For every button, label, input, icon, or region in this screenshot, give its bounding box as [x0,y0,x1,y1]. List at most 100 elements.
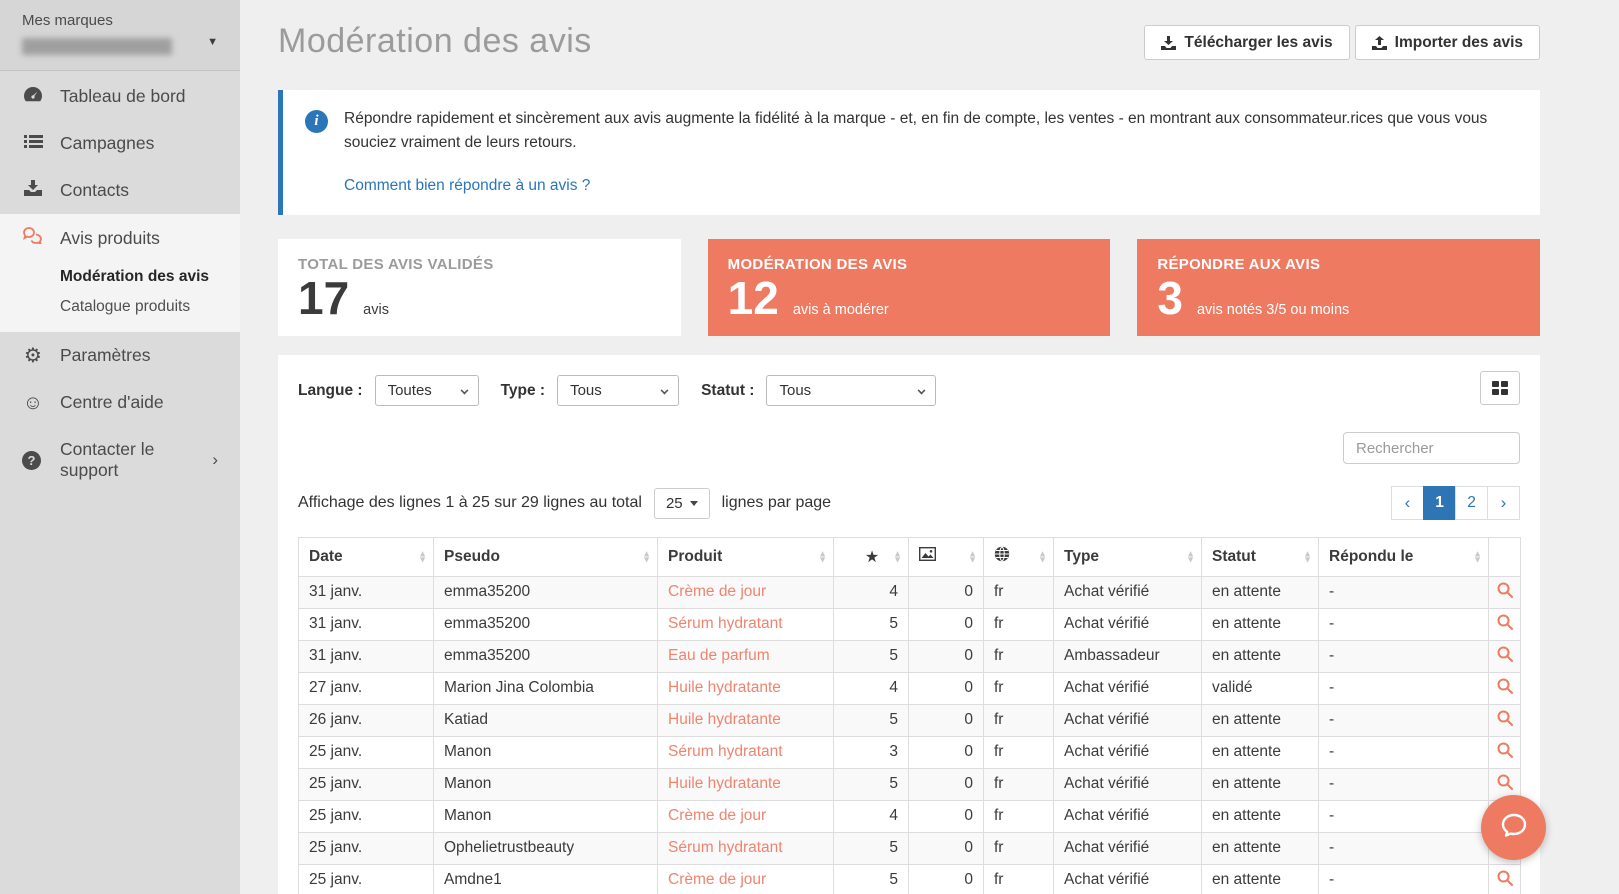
table-row: 25 janv. Manon Crème de jour 4 0 fr Achat véri… [298,800,1521,834]
cell-actions [1488,672,1521,706]
sort-icon: ▲ ▼ [1303,548,1312,565]
import-reviews-button[interactable]: Importer des avis [1354,25,1540,60]
magnifier-icon[interactable] [1497,774,1513,791]
search-input[interactable] [1343,432,1520,465]
product-link[interactable]: Crème de jour [668,583,766,600]
language-select[interactable]: Toutes [374,375,479,407]
product-link[interactable]: Sérum hydratant [668,743,783,760]
product-link[interactable]: Sérum hydratant [668,839,783,856]
sidebar-subitem-catalogue[interactable]: Catalogue produits [0,292,240,322]
rows-per-page-select[interactable]: 25 [653,487,710,519]
col-header-language[interactable]: ▲ ▼ [983,537,1054,578]
magnifier-icon[interactable] [1497,582,1513,599]
cell-lang: fr [983,768,1054,802]
magnifier-icon[interactable] [1497,646,1513,663]
cell-status: en attente [1201,800,1319,834]
cell-status: en attente [1201,576,1319,610]
pagination-next-button[interactable]: › [1487,486,1520,521]
card-respond[interactable]: RÉPONDRE AUX AVIS 3 avis notés 3/5 ou mo… [1137,239,1541,337]
how-to-reply-link[interactable]: Comment bien répondre à un avis ? [344,177,590,195]
col-header-rating[interactable]: ★ ▲ ▼ [833,537,909,578]
cell-photos: 0 [908,640,984,674]
grid-view-button[interactable] [1480,371,1520,406]
status-filter-label: Statut : [701,381,755,399]
cell-product: Huile hydratante [657,704,834,738]
cell-photos: 0 [908,704,984,738]
sidebar-item-campaigns[interactable]: Campagnes [0,120,240,167]
globe-icon [994,546,1010,566]
cell-replied: - [1318,800,1489,834]
download-reviews-button[interactable]: Télécharger les avis [1144,25,1350,60]
product-link[interactable]: Crème de jour [668,807,766,824]
product-link[interactable]: Huile hydratante [668,775,781,792]
col-header-status[interactable]: Statut ▲ ▼ [1201,537,1319,578]
pagination-prev-button[interactable]: ‹ [1391,486,1424,521]
magnifier-icon[interactable] [1497,678,1513,695]
col-header-photos[interactable]: ▲ ▼ [908,537,984,578]
sidebar-item-dashboard[interactable]: Tableau de bord [0,73,240,120]
product-link[interactable]: Eau de parfum [668,647,770,664]
cell-type: Achat vérifié [1053,768,1202,802]
table-row: 25 janv. Manon Huile hydratante 5 0 fr Achat v… [298,768,1521,802]
sidebar-item-help-center[interactable]: ☺ Centre d'aide [0,379,240,426]
magnifier-icon[interactable] [1497,710,1513,727]
col-header-type[interactable]: Type ▲ ▼ [1053,537,1202,578]
brand-selector[interactable]: Mes marques ▼ [0,0,240,71]
product-link[interactable]: Crème de jour [668,871,766,888]
type-select[interactable]: Tous [557,375,680,407]
select-value: Toutes [387,382,432,400]
col-header-product[interactable]: Produit ▲ ▼ [657,537,834,578]
card-moderation[interactable]: MODÉRATION DES AVIS 12 avis à modérer [707,239,1111,337]
product-link[interactable]: Huile hydratante [668,679,781,696]
pagination-page-1[interactable]: 1 [1423,486,1456,521]
pagination-page-2[interactable]: 2 [1455,486,1488,521]
cell-pseudo: Ophelietrustbeauty [433,832,658,866]
sidebar-item-label: Tableau de bord [60,86,186,106]
chat-bubble-icon [1499,812,1529,844]
type-filter-label: Type : [500,381,546,399]
cell-actions [1488,704,1521,738]
col-header-pseudo[interactable]: Pseudo ▲ ▼ [433,537,658,578]
sidebar-active-group: Avis produits Modération des avis Catalo… [0,214,240,332]
grid-icon [1492,381,1508,396]
sort-icon: ▲ ▼ [1038,548,1047,565]
cell-replied: - [1318,640,1489,674]
cell-type: Achat vérifié [1053,672,1202,706]
cell-product: Crème de jour [657,864,834,894]
card-total-validated[interactable]: TOTAL DES AVIS VALIDÉS 17 avis [278,239,681,337]
download-tray-icon [22,180,44,201]
sidebar-item-settings[interactable]: ⚙ Paramètres [0,332,240,379]
magnifier-icon[interactable] [1497,614,1513,631]
product-link[interactable]: Huile hydratante [668,711,781,728]
sidebar-subitem-moderation[interactable]: Modération des avis [0,262,240,292]
cell-replied: - [1318,768,1489,802]
col-header-date[interactable]: Date ▲ ▼ [298,537,434,578]
status-select[interactable]: Tous [766,375,937,407]
cell-date: 31 janv. [298,640,434,674]
cell-rating: 5 [833,640,909,674]
cell-date: 26 janv. [298,704,434,738]
cell-rating: 4 [833,672,909,706]
magnifier-icon[interactable] [1497,742,1513,759]
card-title: MODÉRATION DES AVIS [727,256,908,274]
sidebar-item-contact-support[interactable]: ? Contacter le support › [0,426,240,494]
cell-replied: - [1318,832,1489,866]
col-header-actions [1488,537,1521,578]
per-page-value: 25 [665,494,683,512]
sidebar-item-contacts[interactable]: Contacts [0,167,240,214]
product-link[interactable]: Sérum hydratant [668,615,783,632]
cell-product: Sérum hydratant [657,608,834,642]
cell-type: Achat vérifié [1053,864,1202,894]
col-header-replied[interactable]: Répondu le ▲ ▼ [1318,537,1489,578]
card-unit: avis [363,302,389,319]
cell-type: Achat vérifié [1053,704,1202,738]
table-row: 31 janv. emma35200 Crème de jour 4 0 fr Achat … [298,576,1521,610]
brands-label: Mes marques [22,12,113,29]
cell-rating: 5 [833,608,909,642]
cell-lang: fr [983,832,1054,866]
sidebar-item-product-reviews[interactable]: Avis produits [0,214,240,262]
chat-support-widget[interactable] [1481,795,1546,860]
cell-lang: fr [983,640,1054,674]
magnifier-icon[interactable] [1497,870,1513,887]
button-label: Télécharger les avis [1184,33,1333,51]
